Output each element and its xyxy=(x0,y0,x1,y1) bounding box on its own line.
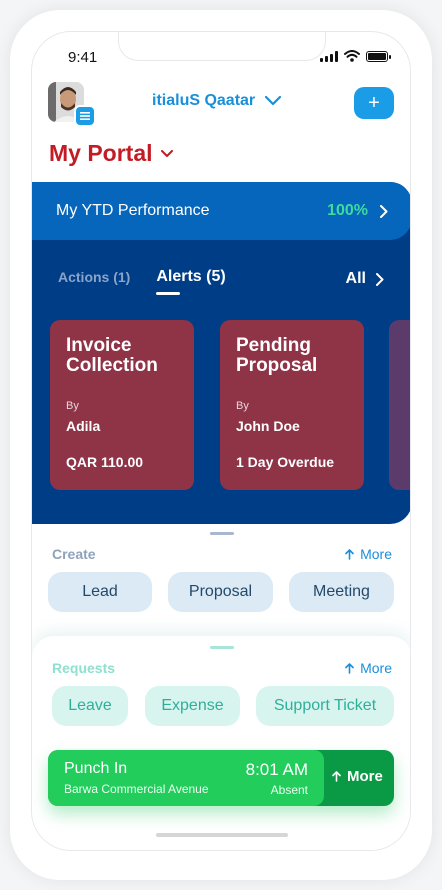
create-more-label: More xyxy=(360,546,392,562)
alert-title-line: Invoice xyxy=(66,335,132,356)
tab-actions[interactable]: Actions (1) xyxy=(58,269,130,285)
request-leave-button[interactable]: Leave xyxy=(52,686,128,726)
create-label: Create xyxy=(52,546,96,562)
portal-switcher[interactable]: My Portal xyxy=(49,140,173,167)
ytd-performance-row[interactable]: My YTD Performance 100% xyxy=(32,182,410,240)
request-expense-button[interactable]: Expense xyxy=(145,686,240,726)
sheet-handle[interactable] xyxy=(210,646,234,649)
create-meeting-button[interactable]: Meeting xyxy=(289,572,394,612)
battery-icon xyxy=(366,50,391,62)
create-lead-button[interactable]: Lead xyxy=(48,572,152,612)
alert-title-line: Pending xyxy=(236,335,311,356)
alert-title: Pending Proposal xyxy=(236,336,348,376)
wifi-icon xyxy=(344,50,360,62)
create-sheet: Create More Lead Proposal Meeting xyxy=(32,524,410,644)
company-switcher[interactable]: itialuS Qaatar xyxy=(152,92,282,110)
ytd-label: My YTD Performance xyxy=(56,202,210,219)
create-more-link[interactable]: More xyxy=(345,546,392,562)
request-support-ticket-button[interactable]: Support Ticket xyxy=(256,686,394,726)
profile-menu-icon[interactable] xyxy=(74,105,96,127)
chevron-down-icon xyxy=(265,96,282,106)
alert-title-line: Collection xyxy=(66,355,158,376)
alert-amount: QAR 110.00 xyxy=(66,454,144,470)
alert-tabs: Actions (1) Alerts (5) xyxy=(58,268,226,295)
chevron-right-icon xyxy=(376,272,384,286)
ytd-value: 100% xyxy=(327,202,368,219)
alert-title-line: Proposal xyxy=(236,355,318,376)
alert-person: John Doe xyxy=(236,418,300,434)
punch-more-button[interactable]: More xyxy=(332,768,383,785)
requests-label: Requests xyxy=(52,660,116,676)
phone-screen: 9:41 itialuS Qaatar + My Portal My YTD P… xyxy=(31,31,411,851)
arrow-up-icon xyxy=(345,662,354,674)
cellular-signal-icon xyxy=(320,50,338,62)
create-proposal-button[interactable]: Proposal xyxy=(168,572,273,612)
alert-by-label: By xyxy=(236,400,249,412)
alert-card-peek[interactable] xyxy=(389,320,410,490)
punch-in-button[interactable]: Punch In Barwa Commercial Avenue 8:01 AM… xyxy=(48,750,324,806)
page-title: My Portal xyxy=(49,140,153,166)
home-indicator[interactable] xyxy=(156,833,288,837)
tab-alerts[interactable]: Alerts (5) xyxy=(156,268,226,295)
punch-more-label: More xyxy=(347,768,383,785)
punch-time: 8:01 AM xyxy=(245,760,308,779)
alert-by-label: By xyxy=(66,400,79,412)
sheet-handle[interactable] xyxy=(210,532,234,535)
alert-person: Adila xyxy=(66,418,101,434)
punch-in-bar: Punch In Barwa Commercial Avenue 8:01 AM… xyxy=(48,750,394,806)
punch-status: Absent xyxy=(270,783,308,797)
requests-more-link[interactable]: More xyxy=(345,660,392,676)
view-all-label: All xyxy=(345,270,366,287)
view-all-link[interactable]: All xyxy=(346,270,384,288)
tab-underline xyxy=(156,292,181,295)
chevron-down-icon xyxy=(160,149,173,157)
alert-title: Invoice Collection xyxy=(66,336,178,376)
chevron-right-icon xyxy=(380,204,388,218)
tab-alerts-label: Alerts (5) xyxy=(156,268,226,285)
arrow-up-icon xyxy=(332,771,341,782)
status-icons xyxy=(320,50,391,62)
requests-sheet: Requests More Leave Expense Support Tick… xyxy=(32,636,410,850)
status-time: 9:41 xyxy=(68,49,98,66)
alert-card[interactable]: Invoice Collection By Adila QAR 110.00 xyxy=(50,320,194,490)
requests-more-label: More xyxy=(360,660,392,676)
company-name: itialuS Qaatar xyxy=(152,92,256,109)
alert-due: 1 Day Overdue xyxy=(236,454,335,470)
notch xyxy=(118,32,326,61)
alert-card[interactable]: Pending Proposal By John Doe 1 Day Overd… xyxy=(220,320,364,490)
add-button[interactable]: + xyxy=(354,87,394,119)
arrow-up-icon xyxy=(345,548,354,560)
